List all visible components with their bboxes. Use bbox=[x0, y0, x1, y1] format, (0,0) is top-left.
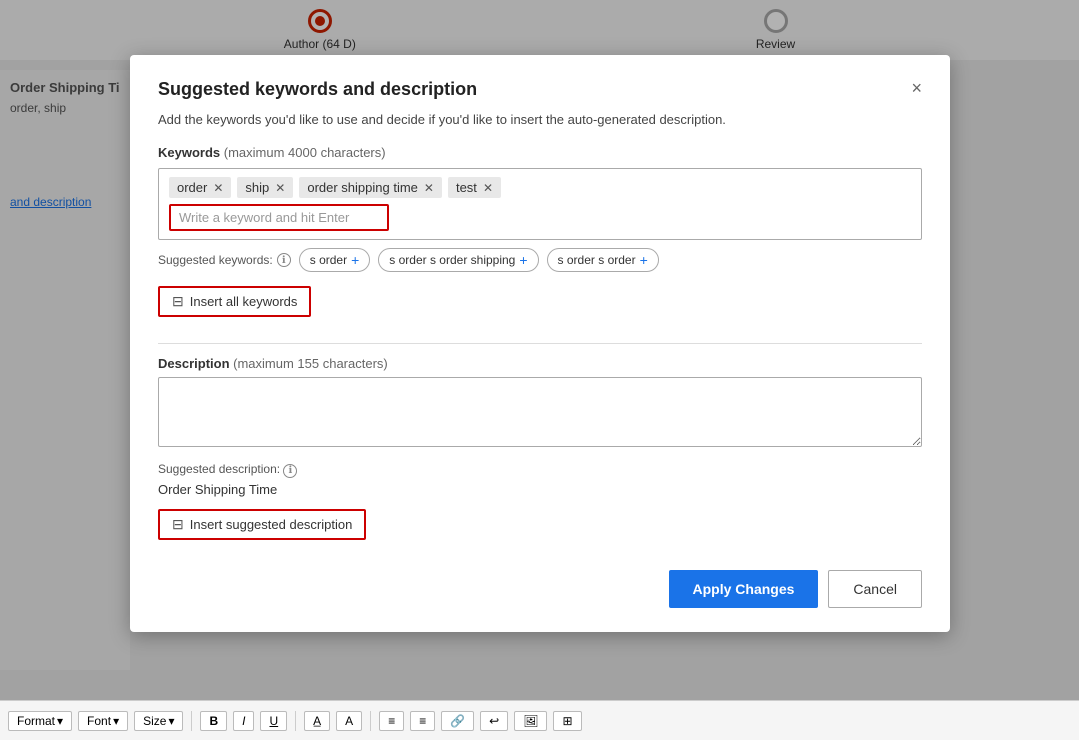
toolbar-divider-2 bbox=[295, 711, 296, 731]
image-button[interactable]: 🖼 bbox=[514, 711, 547, 731]
link-button[interactable]: 🔗 bbox=[441, 711, 474, 731]
divider bbox=[158, 343, 922, 344]
keyword-tag-order-shipping-time: order shipping time ✕ bbox=[299, 177, 442, 198]
format-label: Format bbox=[17, 714, 55, 728]
size-label: Size bbox=[143, 714, 166, 728]
toolbar-divider-1 bbox=[191, 711, 192, 731]
bold-icon: B bbox=[209, 714, 218, 728]
keywords-row: order ✕ ship ✕ order shipping time ✕ tes… bbox=[169, 177, 911, 198]
chip-soss-plus-icon: + bbox=[519, 252, 527, 268]
highlight-button[interactable]: A̲ bbox=[304, 711, 330, 731]
font-dropdown[interactable]: Font ▾ bbox=[78, 711, 128, 731]
insert-desc-icon: ⊟ bbox=[172, 516, 184, 533]
insert-all-icon: ⊟ bbox=[172, 293, 184, 310]
keyword-tag-ship: ship ✕ bbox=[237, 177, 293, 198]
bold-button[interactable]: B bbox=[200, 711, 227, 731]
font-color-button[interactable]: A bbox=[336, 711, 362, 731]
insert-suggested-description-button[interactable]: ⊟ Insert suggested description bbox=[158, 509, 366, 540]
font-chevron-icon: ▾ bbox=[113, 714, 119, 728]
modal-header: Suggested keywords and description × bbox=[158, 79, 922, 100]
format-chevron-icon: ▾ bbox=[57, 714, 63, 728]
align-left-button[interactable]: ≡ bbox=[379, 711, 404, 731]
keyword-tag-ost-text: order shipping time bbox=[307, 180, 418, 195]
suggested-chip-sorder[interactable]: s order + bbox=[299, 248, 371, 272]
description-label: Description (maximum 155 characters) bbox=[158, 356, 922, 371]
keyword-tag-order-close[interactable]: ✕ bbox=[213, 181, 223, 195]
apply-changes-button[interactable]: Apply Changes bbox=[669, 570, 819, 608]
suggested-desc-label: Suggested description: ℹ bbox=[158, 462, 922, 478]
modal: Suggested keywords and description × Add… bbox=[130, 55, 950, 632]
font-label: Font bbox=[87, 714, 111, 728]
description-label-sub: (maximum 155 characters) bbox=[233, 356, 388, 371]
font-color-icon: A bbox=[345, 714, 353, 728]
suggested-keywords-label: Suggested keywords: ℹ bbox=[158, 253, 291, 267]
size-dropdown[interactable]: Size ▾ bbox=[134, 711, 183, 731]
keywords-label-sub: (maximum 4000 characters) bbox=[224, 145, 386, 160]
modal-footer: Apply Changes Cancel bbox=[158, 570, 922, 608]
insert-all-label: Insert all keywords bbox=[190, 294, 298, 309]
toolbar-divider-3 bbox=[370, 711, 371, 731]
modal-title: Suggested keywords and description bbox=[158, 79, 477, 100]
keyword-input[interactable]: Write a keyword and hit Enter bbox=[169, 204, 389, 231]
link-icon: 🔗 bbox=[450, 714, 465, 728]
undo-button[interactable]: ↩ bbox=[480, 711, 508, 731]
keyword-tag-order: order ✕ bbox=[169, 177, 231, 198]
suggested-desc-text: Order Shipping Time bbox=[158, 482, 922, 497]
keyword-tag-ship-close[interactable]: ✕ bbox=[275, 181, 285, 195]
table-icon: ⊞ bbox=[562, 714, 572, 728]
keywords-input-area: order ✕ ship ✕ order shipping time ✕ tes… bbox=[158, 168, 922, 240]
description-label-strong: Description bbox=[158, 356, 230, 371]
suggested-keywords-info-icon[interactable]: ℹ bbox=[277, 253, 291, 267]
insert-desc-label: Insert suggested description bbox=[190, 517, 353, 532]
align-center-button[interactable]: ≡ bbox=[410, 711, 435, 731]
keywords-label: Keywords (maximum 4000 characters) bbox=[158, 145, 922, 160]
suggested-desc-info-icon[interactable]: ℹ bbox=[283, 464, 297, 478]
keyword-input-placeholder: Write a keyword and hit Enter bbox=[179, 210, 349, 225]
italic-button[interactable]: I bbox=[233, 711, 254, 731]
cancel-button[interactable]: Cancel bbox=[828, 570, 922, 608]
highlight-icon: A̲ bbox=[313, 714, 321, 728]
chip-sorder-plus-icon: + bbox=[351, 252, 359, 268]
chip-sos-plus-icon: + bbox=[640, 252, 648, 268]
suggested-chip-sordersorder[interactable]: s order s order + bbox=[547, 248, 659, 272]
table-button[interactable]: ⊞ bbox=[553, 711, 581, 731]
align-center-icon: ≡ bbox=[419, 714, 426, 728]
keyword-tag-order-text: order bbox=[177, 180, 207, 195]
keyword-tag-ship-text: ship bbox=[245, 180, 269, 195]
keyword-tag-ost-close[interactable]: ✕ bbox=[424, 181, 434, 195]
keyword-tag-test-close[interactable]: ✕ bbox=[483, 181, 493, 195]
format-dropdown[interactable]: Format ▾ bbox=[8, 711, 72, 731]
image-icon: 🖼 bbox=[523, 714, 538, 728]
keyword-tag-test-text: test bbox=[456, 180, 477, 195]
bottom-toolbar: Format ▾ Font ▾ Size ▾ B I U A̲ A ≡ ≡ 🔗 … bbox=[0, 700, 1079, 740]
description-textarea[interactable] bbox=[158, 377, 922, 447]
size-chevron-icon: ▾ bbox=[168, 714, 174, 728]
suggested-keywords-row: Suggested keywords: ℹ s order + s order … bbox=[158, 248, 922, 272]
keyword-tag-test: test ✕ bbox=[448, 177, 501, 198]
italic-icon: I bbox=[242, 714, 245, 728]
modal-subtitle: Add the keywords you'd like to use and d… bbox=[158, 112, 922, 127]
align-left-icon: ≡ bbox=[388, 714, 395, 728]
underline-icon: U bbox=[269, 714, 278, 728]
modal-close-button[interactable]: × bbox=[911, 79, 922, 97]
suggested-chip-sordersordershipping[interactable]: s order s order shipping + bbox=[378, 248, 538, 272]
undo-icon: ↩ bbox=[489, 714, 499, 728]
keywords-label-strong: Keywords bbox=[158, 145, 220, 160]
underline-button[interactable]: U bbox=[260, 711, 287, 731]
insert-all-keywords-button[interactable]: ⊟ Insert all keywords bbox=[158, 286, 311, 317]
